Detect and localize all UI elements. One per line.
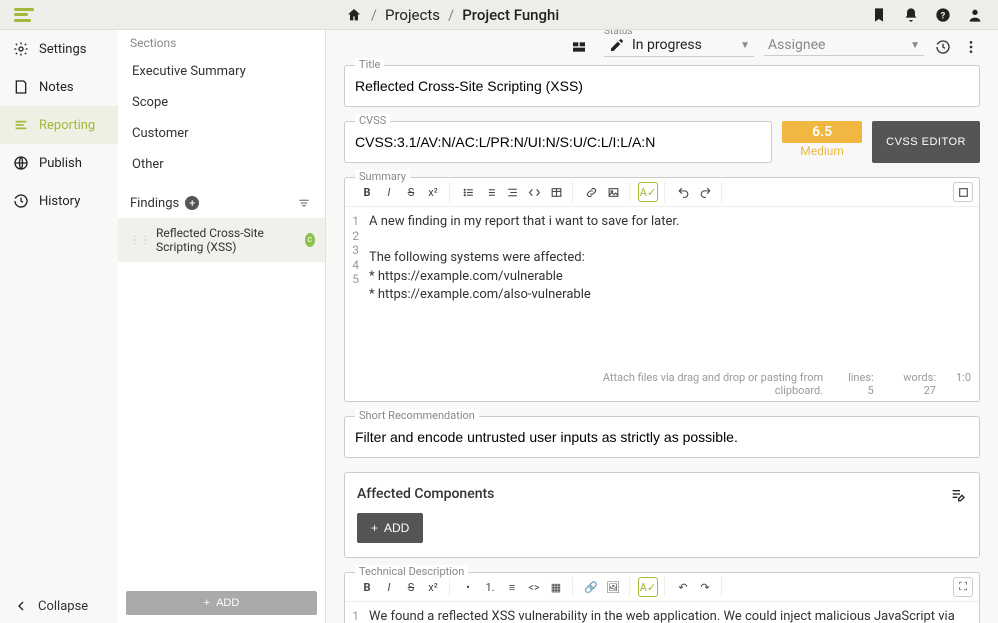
- indent-icon[interactable]: [502, 182, 522, 202]
- short-rec-label: Short Recommendation: [355, 409, 479, 422]
- main-nav: Settings Notes Reporting Publish History…: [0, 30, 118, 623]
- app-logo[interactable]: [14, 8, 34, 22]
- section-exec-summary[interactable]: Executive Summary: [118, 56, 325, 87]
- code-icon[interactable]: [524, 182, 544, 202]
- indent-icon[interactable]: ≡: [502, 577, 522, 597]
- section-other[interactable]: Other: [118, 149, 325, 180]
- list-ol-icon[interactable]: [480, 182, 500, 202]
- nav-collapse[interactable]: Collapse: [0, 589, 118, 623]
- table-icon[interactable]: [546, 182, 566, 202]
- italic-icon[interactable]: I: [379, 577, 399, 597]
- link-icon[interactable]: 🔗: [581, 577, 601, 597]
- undo-icon[interactable]: ↶: [673, 577, 693, 597]
- table-icon[interactable]: ▦: [546, 577, 566, 597]
- breadcrumb-current[interactable]: Project Funghi: [462, 6, 559, 24]
- list-ul-icon[interactable]: •: [458, 577, 478, 597]
- chevron-down-icon: ▼: [740, 40, 750, 51]
- editor-toolbar: B I S x² A✓: [345, 178, 979, 207]
- bold-icon[interactable]: B: [357, 577, 377, 597]
- section-scope[interactable]: Scope: [118, 87, 325, 118]
- add-finding-icon[interactable]: +: [185, 196, 199, 210]
- tech-editor[interactable]: 1 23 We found a reflected XSS vulnerabil…: [345, 602, 979, 623]
- strike-icon[interactable]: S: [401, 577, 421, 597]
- spellcheck-icon[interactable]: A✓: [638, 182, 658, 202]
- nav-history[interactable]: History: [0, 182, 118, 220]
- nav-reporting[interactable]: Reporting: [0, 106, 118, 144]
- undo-icon[interactable]: [673, 182, 693, 202]
- home-icon[interactable]: [345, 6, 363, 24]
- breadcrumb: / Projects / Project Funghi: [34, 6, 870, 24]
- assignee-select[interactable]: Assignee ▼: [764, 37, 924, 56]
- drag-handle-icon[interactable]: ⋮⋮: [130, 235, 150, 246]
- findings-header: Findings: [130, 196, 179, 211]
- nav-publish[interactable]: Publish: [0, 144, 118, 182]
- plus-icon: +: [204, 597, 210, 609]
- section-customer[interactable]: Customer: [118, 118, 325, 149]
- cvss-input[interactable]: [345, 122, 771, 162]
- breadcrumb-projects[interactable]: Projects: [385, 6, 440, 24]
- history-icon: [12, 192, 30, 210]
- image-icon[interactable]: [603, 182, 623, 202]
- sections-header: Sections: [118, 30, 325, 56]
- link-icon[interactable]: [581, 182, 601, 202]
- status-select[interactable]: Status In progress ▼: [604, 36, 754, 57]
- reporting-icon: [12, 116, 30, 134]
- sort-icon[interactable]: [295, 194, 313, 212]
- gear-icon: [12, 40, 30, 58]
- pencil-icon: [608, 36, 626, 54]
- svg-text:?: ?: [941, 10, 946, 21]
- expand-icon[interactable]: [953, 182, 973, 202]
- status-lines: lines: 5: [843, 371, 874, 397]
- summary-editor[interactable]: 12345 A new finding in my report that i …: [345, 207, 979, 367]
- chevron-left-icon: [12, 597, 30, 615]
- cvss-editor-button[interactable]: CVSS EDITOR: [872, 121, 980, 163]
- status-pos: 1:0: [956, 371, 971, 397]
- strike-icon[interactable]: S: [401, 182, 421, 202]
- drag-hint: Attach files via drag and drop or pastin…: [583, 371, 823, 397]
- edit-list-icon[interactable]: [949, 485, 967, 503]
- summary-label: Summary: [355, 170, 410, 183]
- bold-icon[interactable]: B: [357, 182, 377, 202]
- status-words: words: 27: [894, 371, 936, 397]
- nav-settings[interactable]: Settings: [0, 30, 118, 68]
- redo-icon[interactable]: [695, 182, 715, 202]
- italic-icon[interactable]: I: [379, 182, 399, 202]
- bookmark-icon[interactable]: [870, 6, 888, 24]
- tech-desc-label: Technical Description: [355, 565, 468, 578]
- title-label: Title: [355, 58, 384, 71]
- nav-notes[interactable]: Notes: [0, 68, 118, 106]
- image-icon[interactable]: 🖼: [603, 577, 623, 597]
- expand-icon[interactable]: ⛶: [953, 577, 973, 597]
- bell-icon[interactable]: [902, 6, 920, 24]
- note-icon: [12, 78, 30, 96]
- title-input[interactable]: [345, 66, 979, 106]
- user-icon[interactable]: [966, 6, 984, 24]
- revisions-icon[interactable]: [934, 38, 952, 56]
- list-ol-icon[interactable]: 1.: [480, 577, 500, 597]
- code-icon[interactable]: <>: [524, 577, 544, 597]
- severity-badge: c: [305, 233, 315, 247]
- globe-icon: [12, 154, 30, 172]
- superscript-icon[interactable]: x²: [423, 182, 443, 202]
- more-vert-icon[interactable]: [962, 38, 980, 56]
- affected-label: Affected Components: [357, 486, 494, 502]
- help-icon[interactable]: ?: [934, 6, 952, 24]
- cvss-label: CVSS: [355, 114, 390, 127]
- finding-title: Reflected Cross-Site Scripting (XSS): [156, 226, 299, 254]
- spellcheck-icon[interactable]: A✓: [638, 577, 658, 597]
- plus-icon: +: [371, 521, 378, 535]
- finding-item[interactable]: ⋮⋮ Reflected Cross-Site Scripting (XSS) …: [118, 218, 325, 262]
- short-rec-input[interactable]: [345, 417, 979, 457]
- layout-icon[interactable]: [570, 38, 588, 56]
- add-section-button[interactable]: + ADD: [126, 591, 317, 615]
- chevron-down-icon: ▼: [910, 40, 920, 51]
- superscript-icon[interactable]: x²: [423, 577, 443, 597]
- redo-icon[interactable]: ↷: [695, 577, 715, 597]
- cvss-score: 6.5 Medium: [782, 121, 862, 163]
- add-component-button[interactable]: + ADD: [357, 513, 423, 543]
- list-ul-icon[interactable]: [458, 182, 478, 202]
